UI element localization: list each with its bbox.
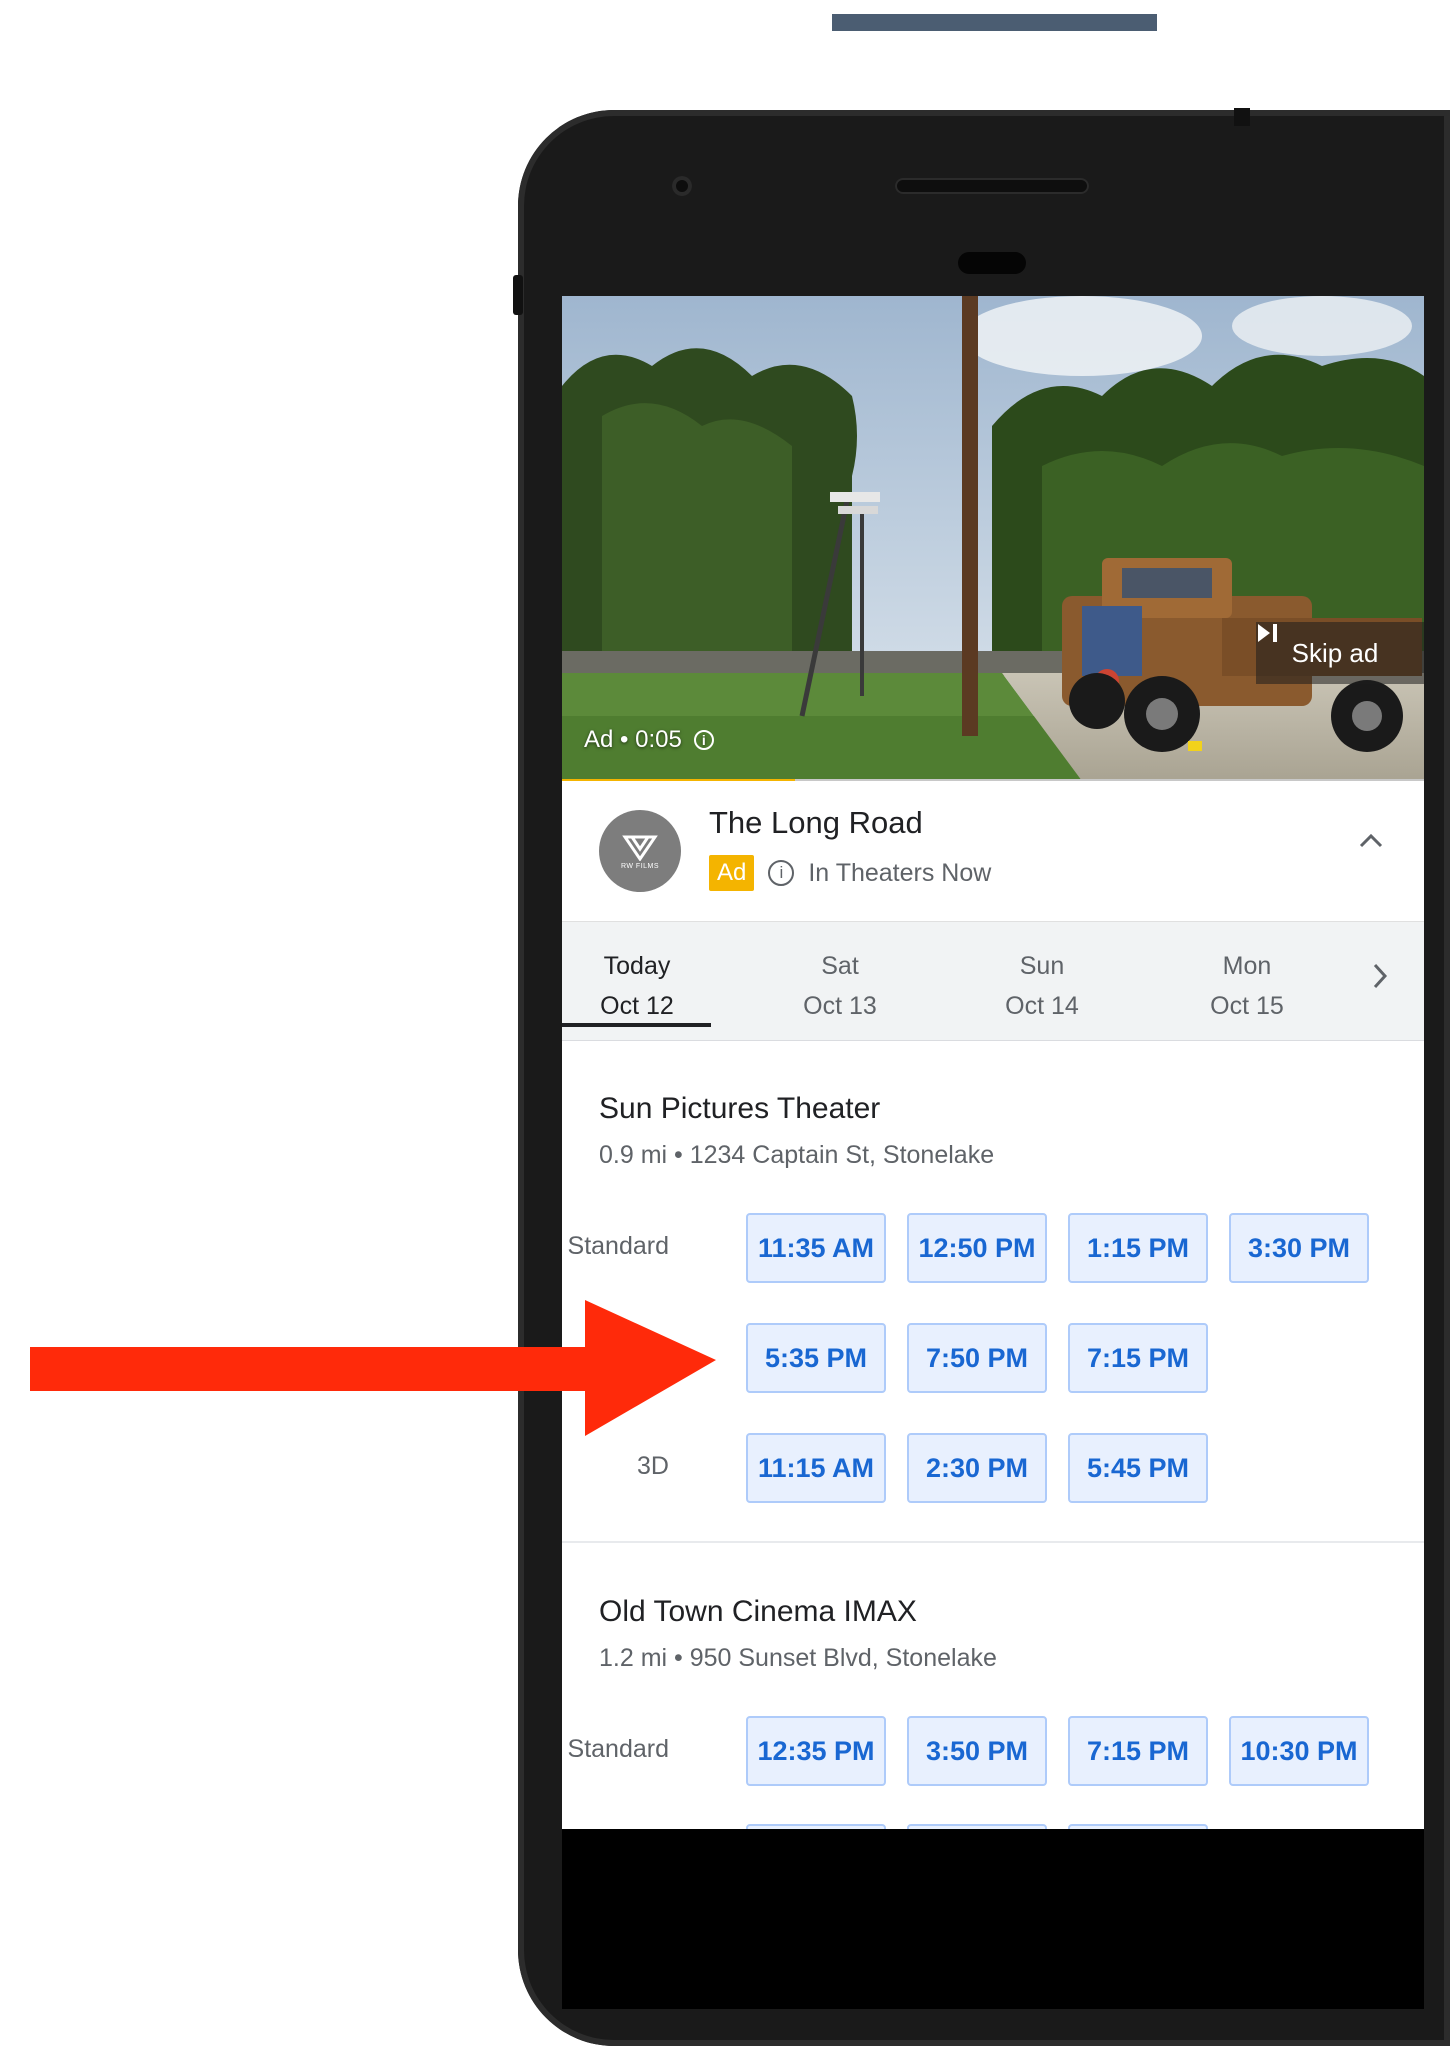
theater-divider (562, 1541, 1424, 1543)
showtime-button[interactable]: 11:35 AM (746, 1213, 886, 1283)
tab-date-3[interactable]: Mon Oct 15 (1172, 946, 1322, 1026)
showtime-button[interactable]: 12:35 PM (746, 1716, 886, 1786)
tab-date: Oct 13 (803, 992, 877, 1020)
showtime-button[interactable]: 11:15 AM (746, 1433, 886, 1503)
red-arrow-annotation (30, 1300, 716, 1436)
showtime-button[interactable]: 7:15 PM (1068, 1323, 1208, 1393)
proximity-sensor (958, 252, 1026, 274)
showtime-button[interactable]: 1:15 PM (1068, 1213, 1208, 1283)
header-bar (832, 14, 1157, 31)
info-icon[interactable]: i (768, 860, 795, 886)
showtime-button[interactable]: 2:30 PM (907, 1433, 1047, 1503)
showtime-button[interactable]: 7:50 PM (907, 1323, 1047, 1393)
tab-date-2[interactable]: Sun Oct 14 (967, 946, 1117, 1026)
phone-top-button (1234, 108, 1250, 126)
tab-day: Mon (1222, 952, 1272, 980)
chevron-up-icon[interactable] (1358, 833, 1384, 854)
tab-date: Oct 15 (1210, 992, 1284, 1020)
skip-ad-button[interactable]: Skip ad (1256, 622, 1424, 684)
tab-day: Sat (821, 952, 859, 980)
film-title[interactable]: The Long Road (709, 805, 923, 841)
showtime-button[interactable]: 3:50 PM (907, 1716, 1047, 1786)
ad-meta: Ad i In Theaters Now (709, 855, 991, 891)
skip-ad-label: Skip ad (1291, 637, 1379, 668)
showtime-button[interactable]: 10:30 PM (1229, 1716, 1369, 1786)
showtime-button[interactable]: 7:15 PM (1068, 1716, 1208, 1786)
tab-date: Oct 14 (1005, 992, 1079, 1020)
theater-name[interactable]: Old Town Cinema IMAX (599, 1595, 917, 1629)
format-label: Standard (567, 1735, 669, 1763)
theater-address: 1.2 mi • 950 Sunset Blvd, Stonelake (599, 1644, 997, 1672)
ad-tagline: In Theaters Now (808, 858, 992, 887)
showtime-button[interactable]: 5:35 PM (746, 1323, 886, 1393)
format-label: 3D (637, 1452, 669, 1480)
showtime-button[interactable]: 3:30 PM (1229, 1213, 1369, 1283)
phone-bottom-bezel (562, 1829, 1424, 2009)
tab-day: Sun (1019, 952, 1065, 980)
showtime-button[interactable]: 12:50 PM (907, 1213, 1047, 1283)
chevron-right-icon[interactable] (1372, 962, 1388, 995)
tab-date-1[interactable]: Sat Oct 13 (765, 946, 915, 1026)
earpiece-speaker (895, 178, 1089, 194)
showtime-button[interactable]: 5:45 PM (1068, 1433, 1208, 1503)
